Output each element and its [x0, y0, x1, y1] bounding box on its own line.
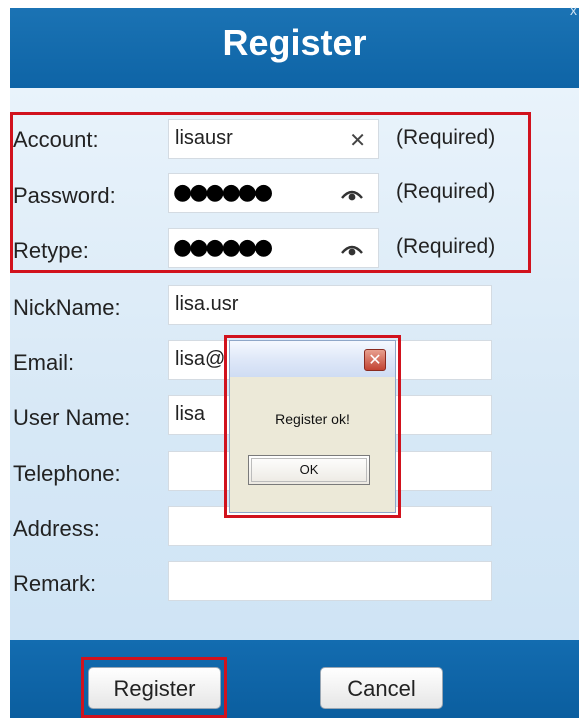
clear-icon[interactable]: ✕: [349, 128, 366, 152]
retype-field[interactable]: ●●●●●●: [168, 228, 379, 268]
username-value: lisa: [175, 403, 206, 425]
register-window: Register x Account: lisausr ✕ (Required)…: [0, 0, 579, 718]
password-label: Password:: [13, 183, 116, 208]
nickname-field[interactable]: lisa.usr: [168, 285, 492, 325]
username-label: User Name:: [13, 405, 131, 430]
dialog-ok-label: OK: [299, 462, 319, 477]
nickname-value: lisa.usr: [175, 293, 239, 315]
password-field[interactable]: ●●●●●●: [168, 173, 379, 213]
nickname-label: NickName:: [13, 295, 121, 320]
account-field[interactable]: lisausr ✕: [168, 119, 379, 159]
eye-icon[interactable]: [340, 186, 364, 202]
close-icon[interactable]: x: [570, 2, 577, 18]
retype-value: ●●●●●●: [173, 235, 273, 260]
remark-label: Remark:: [13, 571, 97, 596]
message-dialog: ✕ Register ok! OK: [229, 340, 396, 513]
password-value: ●●●●●●: [173, 180, 273, 205]
dialog-close-icon[interactable]: ✕: [364, 349, 386, 371]
remark-field[interactable]: [168, 561, 492, 601]
email-label: Email:: [13, 350, 75, 375]
email-value: lisa@: [175, 348, 226, 370]
header-bar: Register x: [10, 2, 579, 88]
retype-required-note: (Required): [396, 235, 496, 258]
telephone-label: Telephone:: [13, 461, 121, 486]
retype-label: Retype:: [13, 238, 89, 263]
window-title: Register: [222, 22, 367, 63]
address-label: Address:: [13, 516, 100, 541]
register-button[interactable]: Register: [88, 667, 221, 709]
account-required-note: (Required): [396, 126, 496, 149]
account-value: lisausr: [175, 127, 233, 149]
dialog-ok-button[interactable]: OK: [248, 455, 370, 485]
dialog-message: Register ok!: [275, 411, 350, 427]
password-required-note: (Required): [396, 180, 496, 203]
account-label: Account:: [13, 127, 99, 152]
cancel-button[interactable]: Cancel: [320, 667, 443, 709]
eye-icon[interactable]: [340, 241, 364, 257]
dialog-titlebar: ✕: [230, 341, 395, 377]
